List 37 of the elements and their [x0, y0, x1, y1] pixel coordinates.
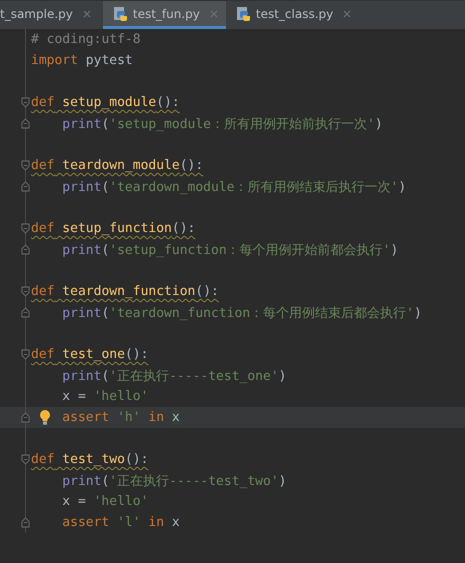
fold-marker-icon[interactable]	[21, 454, 30, 465]
code-line: print('正在执行-----test_one')	[62, 368, 286, 384]
fold-marker-icon[interactable]	[21, 160, 30, 171]
code-line: assert 'l' in x	[62, 515, 180, 530]
code-line: def setup_module():	[31, 95, 180, 110]
code-line: print('teardown_function：每个用例结束后都会执行')	[62, 304, 422, 322]
code-line: print('setup_function：每个用例开始前都会执行')	[62, 242, 398, 258]
close-icon[interactable]	[82, 10, 91, 18]
code-line: import pytest	[31, 53, 133, 68]
code-line: def teardown_module():	[31, 158, 204, 173]
lightbulb-icon[interactable]	[39, 409, 51, 425]
fold-marker-icon[interactable]	[21, 412, 30, 423]
fold-marker-icon[interactable]	[21, 244, 30, 255]
fold-marker-icon[interactable]	[21, 97, 30, 108]
editor-tab[interactable]: t_sample.py	[0, 1, 103, 29]
editor-tab[interactable]: test_class.py	[226, 1, 360, 29]
close-icon[interactable]	[343, 10, 352, 18]
code-line: def test_one():	[31, 347, 148, 362]
code-line: # coding:utf-8	[31, 32, 141, 47]
editor-tab[interactable]: test_fun.py	[102, 1, 226, 29]
code-line: print('setup_module：所有用例开始前执行一次')	[62, 116, 383, 132]
code-line: print('teardown_module：所有用例结束后执行一次')	[62, 178, 406, 196]
code-line: x = 'hello'	[62, 494, 148, 509]
code-line: def teardown_function():	[31, 284, 219, 299]
code-line: def test_two():	[31, 452, 148, 467]
fold-marker-icon[interactable]	[21, 517, 30, 528]
fold-marker-icon[interactable]	[21, 181, 30, 192]
code-line: x = 'hello'	[62, 389, 148, 404]
fold-marker-icon[interactable]	[21, 223, 30, 234]
fold-marker-icon[interactable]	[21, 307, 30, 318]
fold-marker-icon[interactable]	[21, 286, 30, 297]
fold-marker-icon[interactable]	[21, 118, 30, 129]
code-line: print('正在执行-----test_two')	[62, 472, 286, 490]
code-line: def setup_function():	[31, 221, 196, 236]
close-icon[interactable]	[210, 10, 218, 18]
fold-marker-icon[interactable]	[21, 349, 30, 360]
code-line: assert 'h' in x	[62, 410, 180, 425]
